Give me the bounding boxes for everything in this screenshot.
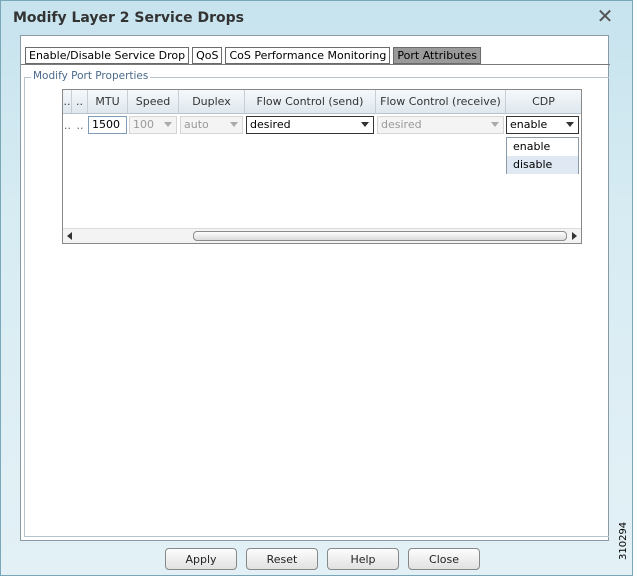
chevron-down-icon	[164, 122, 172, 127]
scrollbar-thumb[interactable]	[193, 231, 567, 241]
column-header-speed[interactable]: Speed	[128, 90, 179, 113]
speed-value: 100	[133, 118, 154, 131]
cdp-select[interactable]: enable	[506, 116, 579, 134]
flow-control-receive-select[interactable]: desired	[377, 116, 504, 134]
group-legend: Modify Port Properties	[31, 70, 151, 82]
column-header-duplex[interactable]: Duplex	[179, 90, 245, 113]
chevron-down-icon	[230, 122, 238, 127]
tab-port-attributes[interactable]: Port Attributes	[393, 47, 481, 64]
cdp-dropdown-list: enable disable	[506, 137, 579, 174]
figure-number: 310294	[618, 521, 629, 560]
flow-control-send-value: desired	[250, 118, 291, 131]
column-header-flow-control-send[interactable]: Flow Control (send)	[245, 90, 376, 113]
column-header-dot-1[interactable]: ..	[63, 90, 72, 113]
tab-cos-performance-monitoring[interactable]: CoS Performance Monitoring	[225, 47, 391, 64]
flow-control-send-select[interactable]: desired	[246, 116, 374, 134]
window-title: Modify Layer 2 Service Drops	[13, 10, 244, 26]
column-header-mtu[interactable]: MTU	[88, 90, 128, 113]
duplex-select[interactable]: auto	[180, 116, 243, 134]
dialog-content: Enable/Disable Service Drop QoS CoS Perf…	[20, 35, 610, 541]
table-row: .. .. 1500 100 auto desired desired enab…	[63, 114, 581, 138]
cdp-value: enable	[510, 118, 548, 131]
chevron-down-icon	[361, 122, 369, 127]
flow-control-receive-value: desired	[381, 118, 422, 131]
apply-button[interactable]: Apply	[165, 548, 237, 570]
scroll-left-icon[interactable]	[67, 232, 72, 240]
help-button[interactable]: Help	[327, 548, 399, 570]
tab-bar: Enable/Disable Service Drop QoS CoS Perf…	[25, 47, 484, 64]
duplex-value: auto	[184, 118, 209, 131]
dialog-window: Modify Layer 2 Service Drops ✕ Enable/Di…	[0, 0, 633, 576]
row-dot-cell-2: ..	[76, 119, 84, 132]
row-dot-cell-1: ..	[64, 119, 71, 132]
close-icon[interactable]: ✕	[596, 6, 614, 26]
port-properties-table: .. .. MTU Speed Duplex Flow Control (sen…	[62, 89, 582, 244]
column-header-cdp[interactable]: CDP	[506, 90, 581, 113]
reset-button[interactable]: Reset	[246, 548, 318, 570]
chevron-down-icon	[491, 122, 499, 127]
title-bar: Modify Layer 2 Service Drops ✕	[1, 1, 632, 35]
cdp-option-disable[interactable]: disable	[507, 156, 578, 174]
tab-qos[interactable]: QoS	[192, 47, 223, 64]
column-header-flow-control-receive[interactable]: Flow Control (receive)	[376, 90, 506, 113]
dialog-buttons: Apply Reset Help Close	[165, 548, 489, 570]
cdp-option-enable[interactable]: enable	[507, 138, 578, 156]
table-header: .. .. MTU Speed Duplex Flow Control (sen…	[63, 90, 581, 114]
column-header-dot-2[interactable]: ..	[72, 90, 88, 113]
tab-enable-disable-service-drop[interactable]: Enable/Disable Service Drop	[25, 47, 190, 64]
chevron-down-icon	[566, 122, 574, 127]
scroll-right-icon[interactable]	[572, 232, 577, 240]
horizontal-scrollbar[interactable]	[63, 228, 581, 243]
close-button[interactable]: Close	[408, 548, 480, 570]
tab-divider	[21, 64, 610, 65]
mtu-input[interactable]: 1500	[88, 116, 127, 134]
speed-select[interactable]: 100	[129, 116, 177, 134]
modify-port-properties-group: Modify Port Properties .. .. MTU Speed D…	[24, 70, 609, 537]
